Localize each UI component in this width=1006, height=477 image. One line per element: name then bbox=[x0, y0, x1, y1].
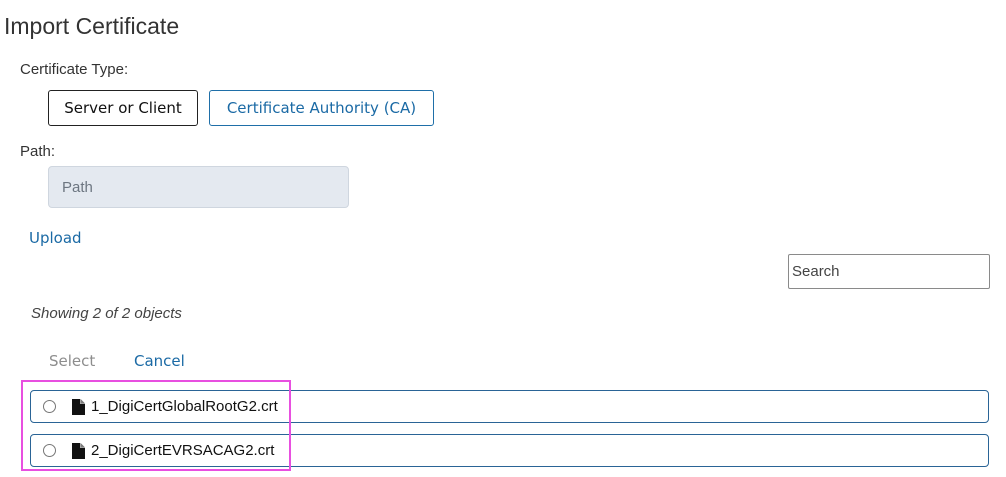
cancel-link[interactable]: Cancel bbox=[134, 352, 185, 370]
import-certificate-page: Import Certificate Certificate Type: Ser… bbox=[0, 0, 1006, 477]
certificate-authority-button[interactable]: Certificate Authority (CA) bbox=[209, 90, 434, 126]
file-radio[interactable] bbox=[43, 400, 56, 413]
object-count-text: Showing 2 of 2 objects bbox=[31, 305, 182, 322]
file-row[interactable]: 2_DigiCertEVRSACAG2.crt bbox=[30, 434, 989, 467]
file-name: 2_DigiCertEVRSACAG2.crt bbox=[91, 442, 275, 459]
certificate-type-label: Certificate Type: bbox=[20, 61, 129, 78]
path-label: Path: bbox=[20, 143, 56, 160]
page-title: Import Certificate bbox=[4, 13, 180, 39]
search-input[interactable] bbox=[788, 254, 990, 289]
file-icon bbox=[72, 442, 85, 459]
server-or-client-button[interactable]: Server or Client bbox=[48, 90, 198, 126]
select-button[interactable]: Select bbox=[49, 352, 95, 370]
path-input[interactable] bbox=[48, 166, 349, 208]
file-row[interactable]: 1_DigiCertGlobalRootG2.crt bbox=[30, 390, 989, 423]
file-name: 1_DigiCertGlobalRootG2.crt bbox=[91, 398, 278, 415]
file-icon bbox=[72, 398, 85, 415]
file-radio[interactable] bbox=[43, 444, 56, 457]
upload-link[interactable]: Upload bbox=[29, 229, 82, 247]
